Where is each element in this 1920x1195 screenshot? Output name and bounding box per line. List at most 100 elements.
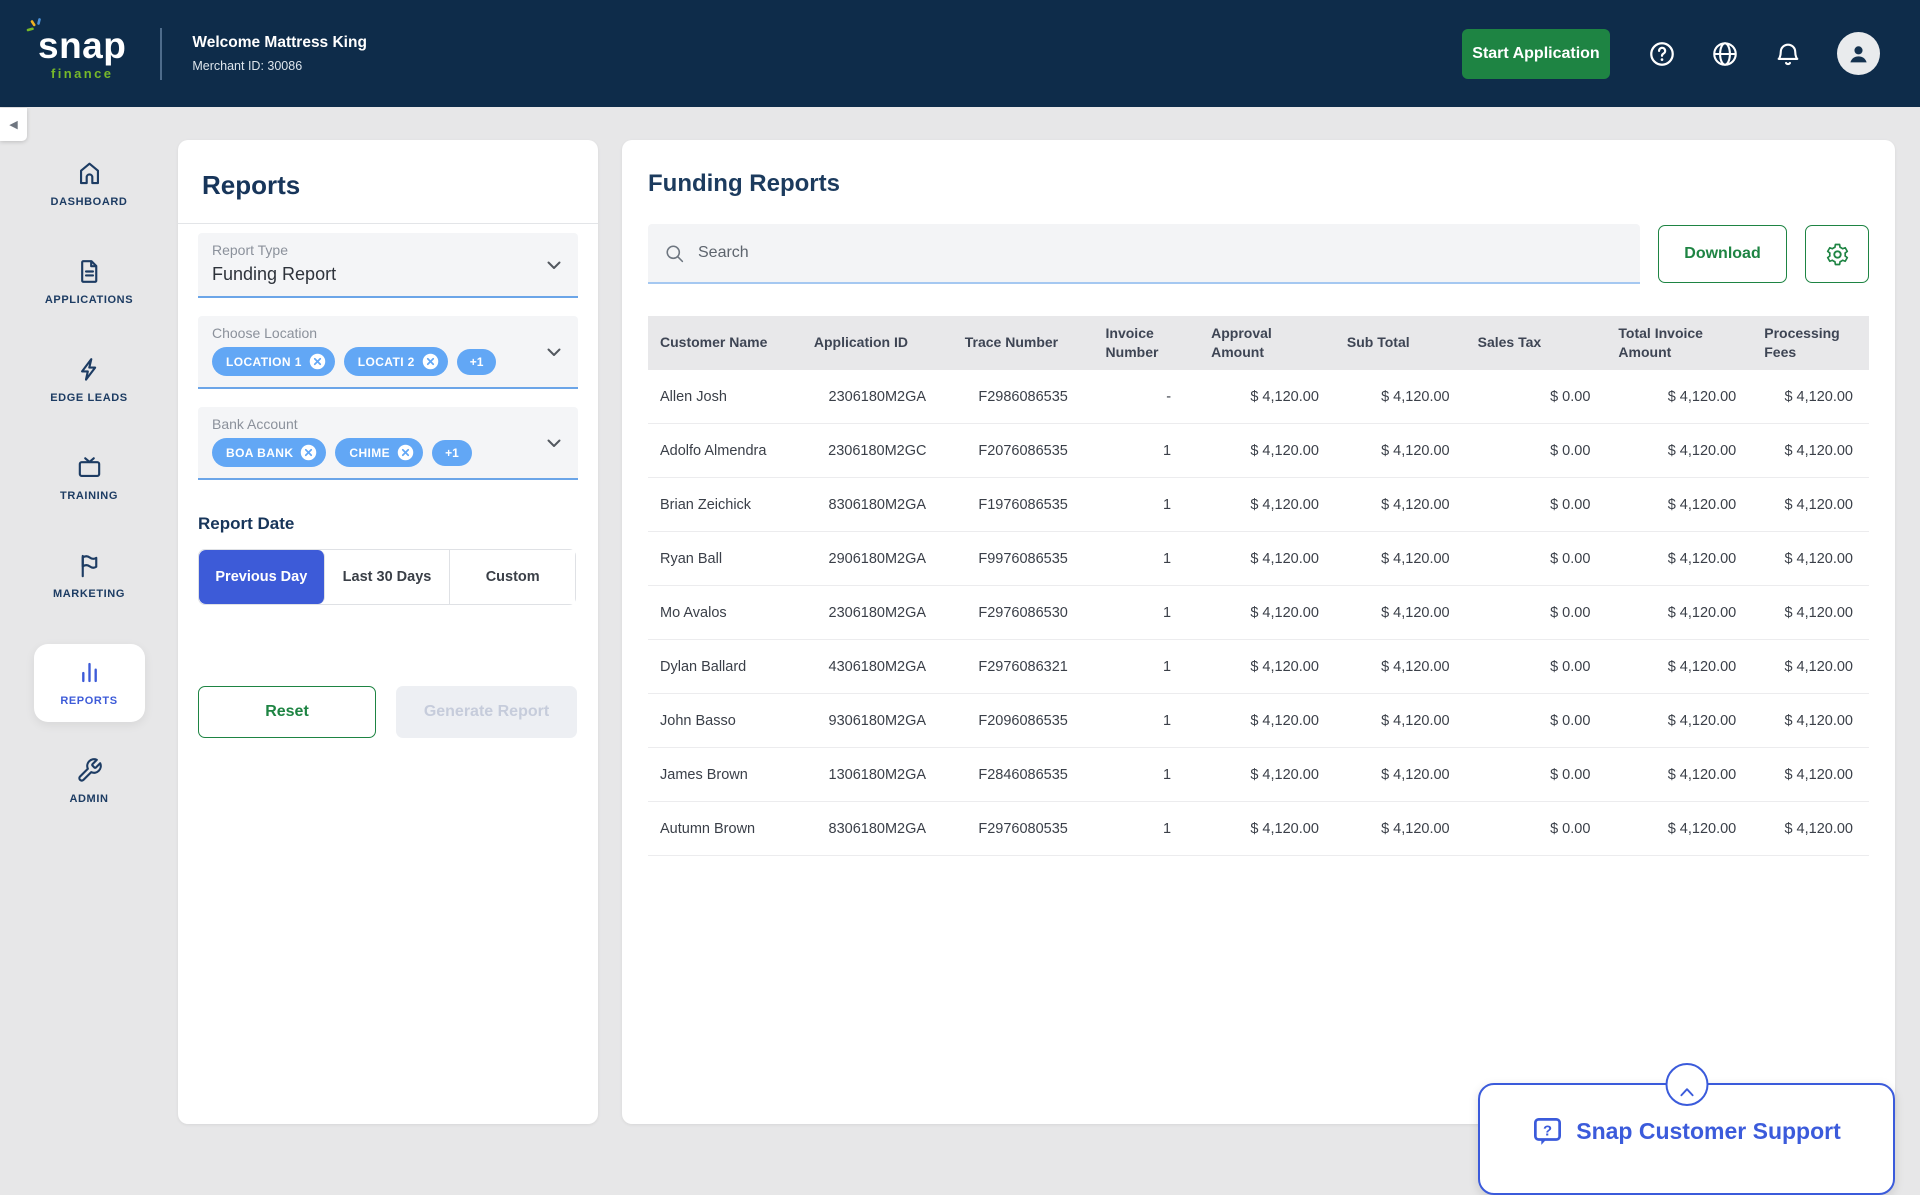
cell-invoice-number: -	[1094, 370, 1200, 424]
support-label-row: ? Snap Customer Support	[1480, 1116, 1893, 1147]
cell-application-id: 2306180M2GA	[802, 586, 953, 640]
location-chip[interactable]: LOCATION 1	[212, 347, 335, 376]
col-total-invoice-amount: Total Invoice Amount	[1606, 316, 1752, 370]
page-content: DASHBOARD APPLICATIONS EDGE LEADS TRAINI…	[0, 107, 1920, 1124]
download-button[interactable]: Download	[1658, 225, 1787, 283]
table-row: Brian Zeichick 8306180M2GA F1976086535 1…	[648, 478, 1869, 532]
funding-reports-table: Customer Name Application ID Trace Numbe…	[648, 316, 1869, 856]
chip-label: CHIME	[349, 446, 390, 460]
cell-sales-tax: $ 0.00	[1466, 532, 1607, 586]
chip-remove-icon[interactable]	[300, 444, 317, 461]
sidebar-item-label: DASHBOARD	[51, 196, 128, 208]
cell-customer-name: Adolfo Almendra	[648, 424, 802, 478]
chevron-up-icon	[1679, 1087, 1694, 1097]
cell-processing-fees: $ 4,120.00	[1752, 802, 1869, 856]
cell-approval-amount: $ 4,120.00	[1199, 532, 1335, 586]
sidebar-item-applications[interactable]: APPLICATIONS	[27, 252, 151, 312]
filter-actions: Reset Generate Report	[198, 686, 578, 738]
bank-more-chip[interactable]: +1	[432, 440, 472, 466]
cell-application-id: 9306180M2GA	[802, 694, 953, 748]
support-expand-button[interactable]	[1665, 1063, 1708, 1106]
col-sales-tax: Sales Tax	[1466, 316, 1607, 370]
chip-remove-icon[interactable]	[422, 353, 439, 370]
help-icon[interactable]	[1648, 40, 1676, 68]
cell-sales-tax: $ 0.00	[1466, 586, 1607, 640]
cell-sales-tax: $ 0.00	[1466, 370, 1607, 424]
cell-processing-fees: $ 4,120.00	[1752, 640, 1869, 694]
sidebar-item-training[interactable]: TRAINING	[27, 448, 151, 508]
cell-total-invoice-amount: $ 4,120.00	[1606, 424, 1752, 478]
chip-remove-icon[interactable]	[309, 353, 326, 370]
cell-customer-name: John Basso	[648, 694, 802, 748]
cell-customer-name: James Brown	[648, 748, 802, 802]
table-row: Ryan Ball 2906180M2GA F9976086535 1 $ 4,…	[648, 532, 1869, 586]
cell-sales-tax: $ 0.00	[1466, 640, 1607, 694]
cell-approval-amount: $ 4,120.00	[1199, 802, 1335, 856]
snap-logo[interactable]: snap finance	[38, 27, 126, 80]
user-avatar[interactable]	[1837, 32, 1880, 75]
bank-account-label: Bank Account	[212, 416, 564, 432]
report-type-select[interactable]: Report Type Funding Report	[198, 233, 578, 298]
cell-total-invoice-amount: $ 4,120.00	[1606, 802, 1752, 856]
table-row: Adolfo Almendra 2306180M2GC F2076086535 …	[648, 424, 1869, 478]
date-option-previous-day[interactable]: Previous Day	[199, 550, 325, 604]
support-chat-question-icon: ?	[1532, 1116, 1563, 1147]
sidebar-item-label: REPORTS	[60, 695, 117, 707]
notifications-bell-icon[interactable]	[1774, 40, 1802, 68]
location-more-chip[interactable]: +1	[457, 349, 497, 375]
sidebar-item-edge-leads[interactable]: EDGE LEADS	[27, 350, 151, 410]
cell-customer-name: Ryan Ball	[648, 532, 802, 586]
cell-customer-name: Mo Avalos	[648, 586, 802, 640]
table-settings-button[interactable]	[1805, 225, 1869, 283]
cell-invoice-number: 1	[1094, 586, 1200, 640]
bank-chip[interactable]: CHIME	[335, 438, 423, 467]
location-select[interactable]: Choose Location LOCATION 1 LOCATI 2 +1	[198, 316, 578, 389]
col-trace-number: Trace Number	[953, 316, 1094, 370]
chip-label: LOCATION 1	[226, 355, 302, 369]
sidebar-item-admin[interactable]: ADMIN	[27, 751, 151, 811]
cell-processing-fees: $ 4,120.00	[1752, 748, 1869, 802]
bank-account-chips: BOA BANK CHIME +1	[212, 438, 564, 467]
generate-report-button[interactable]: Generate Report	[396, 686, 577, 738]
funding-table-body: Allen Josh 2306180M2GA F2986086535 - $ 4…	[648, 370, 1869, 856]
table-row: John Basso 9306180M2GA F2096086535 1 $ 4…	[648, 694, 1869, 748]
sidebar-item-label: MARKETING	[53, 588, 125, 600]
cell-sub-total: $ 4,120.00	[1335, 748, 1466, 802]
globe-icon[interactable]	[1711, 40, 1739, 68]
location-label: Choose Location	[212, 325, 564, 341]
cell-application-id: 2306180M2GC	[802, 424, 953, 478]
cell-trace-number: F2976080535	[953, 802, 1094, 856]
sidebar-item-reports[interactable]: REPORTS	[34, 644, 145, 722]
cell-processing-fees: $ 4,120.00	[1752, 370, 1869, 424]
date-option-last-30-days[interactable]: Last 30 Days	[325, 550, 451, 604]
location-chip[interactable]: LOCATI 2	[344, 347, 448, 376]
cell-customer-name: Allen Josh	[648, 370, 802, 424]
col-approval-amount: Approval Amount	[1199, 316, 1335, 370]
sidebar-item-dashboard[interactable]: DASHBOARD	[27, 154, 151, 214]
cell-application-id: 1306180M2GA	[802, 748, 953, 802]
cell-sales-tax: $ 0.00	[1466, 748, 1607, 802]
date-option-custom[interactable]: Custom	[450, 550, 575, 604]
sidebar-item-marketing[interactable]: MARKETING	[27, 546, 151, 606]
bank-account-select[interactable]: Bank Account BOA BANK CHIME +1	[198, 407, 578, 480]
search-input[interactable]	[698, 244, 1624, 262]
cell-invoice-number: 1	[1094, 532, 1200, 586]
cell-sales-tax: $ 0.00	[1466, 478, 1607, 532]
bank-chip[interactable]: BOA BANK	[212, 438, 326, 467]
cell-trace-number: F2976086321	[953, 640, 1094, 694]
customer-support-widget[interactable]: ? Snap Customer Support	[1478, 1083, 1895, 1195]
header-divider	[160, 28, 162, 80]
cell-application-id: 2906180M2GA	[802, 532, 953, 586]
cell-approval-amount: $ 4,120.00	[1199, 424, 1335, 478]
reset-button[interactable]: Reset	[198, 686, 376, 738]
filters-body: Report Type Funding Report Choose Locati…	[178, 224, 598, 738]
cell-total-invoice-amount: $ 4,120.00	[1606, 586, 1752, 640]
chip-remove-icon[interactable]	[397, 444, 414, 461]
table-row: James Brown 1306180M2GA F2846086535 1 $ …	[648, 748, 1869, 802]
sidebar-collapse-button[interactable]: ◀	[0, 108, 27, 141]
start-application-button[interactable]: Start Application	[1462, 29, 1610, 79]
table-row: Mo Avalos 2306180M2GA F2976086530 1 $ 4,…	[648, 586, 1869, 640]
cell-total-invoice-amount: $ 4,120.00	[1606, 370, 1752, 424]
table-controls: Download	[648, 224, 1869, 284]
report-type-value: Funding Report	[212, 264, 564, 285]
